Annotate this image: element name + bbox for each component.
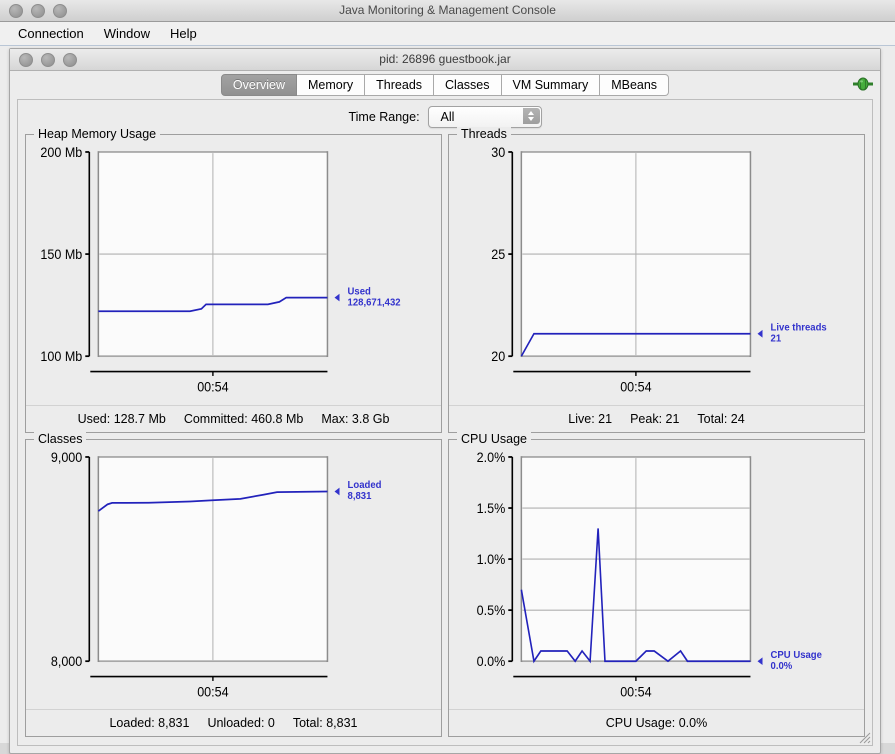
svg-text:200 Mb: 200 Mb <box>40 144 82 160</box>
internal-window-controls <box>19 52 77 67</box>
internal-frame-title: pid: 26896 guestbook.jar <box>379 52 511 66</box>
svg-text:21: 21 <box>771 333 782 344</box>
threads-panel-title: Threads <box>457 127 511 141</box>
charts-grid: Heap Memory Usage 100 Mb 150 Mb 200 Mb 00:5… <box>18 127 872 745</box>
svg-text:8,831: 8,831 <box>348 490 372 501</box>
connected-plug-icon[interactable] <box>852 75 874 93</box>
svg-text:1.5%: 1.5% <box>477 500 506 516</box>
threads-total-stat: Total: 24 <box>697 411 745 426</box>
internal-close-button[interactable] <box>19 52 33 67</box>
resize-grip-icon[interactable] <box>857 730 871 744</box>
classes-unloaded-stat: Unloaded: 0 <box>207 716 275 730</box>
svg-text:00:54: 00:54 <box>197 379 228 395</box>
cpu-chart[interactable]: 0.0% 0.5% 1.0% 1.5% 2.0% 00:54 CPU Usage 0.0% <box>449 446 864 710</box>
tab-vm-summary[interactable]: VM Summary <box>501 74 601 96</box>
classes-loaded-stat: Loaded: 8,831 <box>109 716 190 730</box>
svg-text:25: 25 <box>491 247 505 263</box>
classes-chart-body: 8,000 9,000 00:54 Loaded 8,831 <box>26 446 441 710</box>
tab-area: Overview Memory Threads Classes VM Summa… <box>10 71 880 99</box>
time-range-value: All <box>440 110 455 124</box>
cpu-panel-footer: CPU Usage: 0.0% <box>449 709 864 736</box>
menubar: Connection Window Help <box>0 22 895 46</box>
svg-text:0.0%: 0.0% <box>477 653 506 669</box>
classes-total-stat: Total: 8,831 <box>292 716 358 730</box>
threads-live-stat: Live: 21 <box>568 411 613 426</box>
cpu-chart-body: 0.0% 0.5% 1.0% 1.5% 2.0% 00:54 CPU Usage 0.0% <box>449 446 864 710</box>
tab-strip: Overview Memory Threads Classes VM Summa… <box>10 74 880 96</box>
heap-chart-body: 100 Mb 150 Mb 200 Mb 00:54 Used 128,671,432 <box>26 141 441 405</box>
svg-text:00:54: 00:54 <box>620 379 651 395</box>
cpu-usage-panel: CPU Usage 0.0% 0.5% 1.0% 1.5% 2.0% 00:54 CPU U… <box>448 431 865 737</box>
internal-zoom-button[interactable] <box>63 52 77 67</box>
tab-classes[interactable]: Classes <box>434 74 502 96</box>
tab-overview[interactable]: Overview <box>220 74 298 96</box>
threads-chart[interactable]: 20 25 30 00:54 Live threads 21 <box>449 141 864 405</box>
menu-window[interactable]: Window <box>94 22 160 45</box>
zoom-button[interactable] <box>53 3 67 18</box>
svg-text:150 Mb: 150 Mb <box>40 247 82 263</box>
threads-panel: Threads 20 25 30 00:54 Live threads 21 Live: … <box>448 127 865 433</box>
threads-chart-body: 20 25 30 00:54 Live threads 21 <box>449 141 864 405</box>
tab-threads[interactable]: Threads <box>365 74 435 96</box>
svg-text:Live threads: Live threads <box>771 322 828 333</box>
desktop-pane: pid: 26896 guestbook.jar Overview Memory… <box>0 46 895 754</box>
tab-mbeans[interactable]: MBeans <box>600 74 670 96</box>
svg-text:100 Mb: 100 Mb <box>40 349 82 365</box>
svg-text:8,000: 8,000 <box>51 653 82 669</box>
svg-text:9,000: 9,000 <box>51 449 82 465</box>
overview-content: Time Range: All Heap Memory Usage 100 Mb… <box>17 99 873 746</box>
heap-committed-stat: Committed: 460.8 Mb <box>183 411 304 426</box>
svg-text:0.5%: 0.5% <box>477 602 506 618</box>
time-range-combobox[interactable]: All <box>427 106 542 128</box>
menu-help[interactable]: Help <box>160 22 207 45</box>
threads-panel-footer: Live: 21 Peak: 21 Total: 24 <box>449 404 864 432</box>
cpu-usage-stat: CPU Usage: 0.0% <box>605 716 708 730</box>
menu-connection[interactable]: Connection <box>8 22 94 45</box>
internal-minimize-button[interactable] <box>41 52 55 67</box>
time-range-label: Time Range: <box>348 110 420 124</box>
svg-text:Loaded: Loaded <box>348 479 382 490</box>
svg-text:CPU Usage: CPU Usage <box>771 649 823 660</box>
svg-text:Used: Used <box>348 286 371 297</box>
combobox-stepper-icon[interactable] <box>522 108 540 124</box>
heap-chart[interactable]: 100 Mb 150 Mb 200 Mb 00:54 Used 128,671,432 <box>26 141 441 405</box>
classes-panel-footer: Loaded: 8,831 Unloaded: 0 Total: 8,831 <box>26 709 441 736</box>
minimize-button[interactable] <box>31 3 45 18</box>
internal-frame-titlebar: pid: 26896 guestbook.jar <box>10 49 880 71</box>
window-controls <box>9 3 67 18</box>
svg-text:20: 20 <box>491 349 505 365</box>
classes-panel-title: Classes <box>34 431 87 446</box>
classes-chart[interactable]: 8,000 9,000 00:54 Loaded 8,831 <box>26 446 441 710</box>
heap-panel-footer: Used: 128.7 Mb Committed: 460.8 Mb Max: … <box>26 404 441 432</box>
svg-text:1.0%: 1.0% <box>477 551 506 567</box>
svg-text:00:54: 00:54 <box>620 683 651 699</box>
threads-peak-stat: Peak: 21 <box>630 411 680 426</box>
internal-frame: pid: 26896 guestbook.jar Overview Memory… <box>9 48 881 754</box>
svg-text:2.0%: 2.0% <box>477 449 506 465</box>
window-title: Java Monitoring & Management Console <box>339 3 556 17</box>
svg-text:30: 30 <box>491 144 505 160</box>
window-titlebar: Java Monitoring & Management Console <box>0 0 895 22</box>
heap-used-stat: Used: 128.7 Mb <box>77 411 166 426</box>
classes-panel: Classes 8,000 9,000 00:54 Loaded 8,831 Loade… <box>25 431 442 737</box>
heap-memory-panel: Heap Memory Usage 100 Mb 150 Mb 200 Mb 00:5… <box>25 127 442 433</box>
heap-max-stat: Max: 3.8 Gb <box>321 411 390 426</box>
svg-text:00:54: 00:54 <box>197 683 228 699</box>
tab-memory[interactable]: Memory <box>297 74 366 96</box>
heap-panel-title: Heap Memory Usage <box>34 127 161 141</box>
application-window: Java Monitoring & Management Console Con… <box>0 0 895 754</box>
svg-text:0.0%: 0.0% <box>771 660 793 671</box>
close-button[interactable] <box>9 3 23 18</box>
svg-text:128,671,432: 128,671,432 <box>348 297 401 308</box>
cpu-panel-title: CPU Usage <box>457 431 531 446</box>
